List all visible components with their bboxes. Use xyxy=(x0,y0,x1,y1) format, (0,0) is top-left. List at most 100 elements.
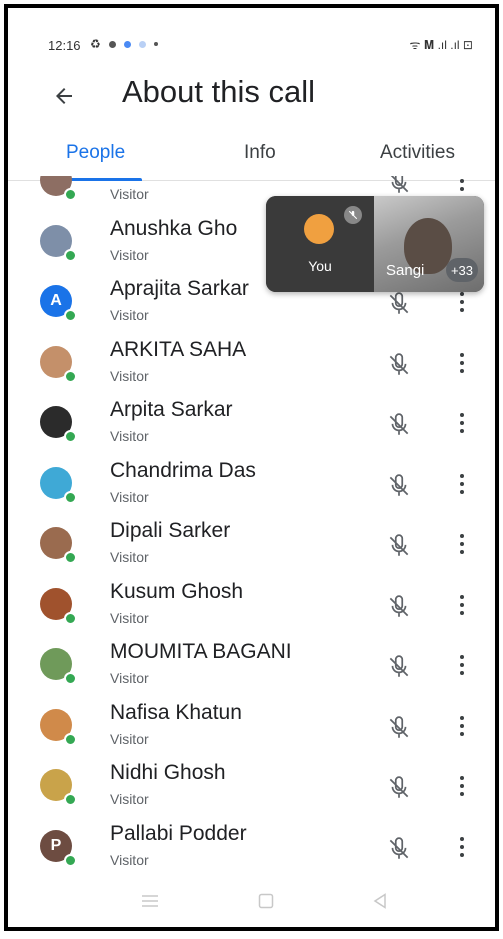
participant-role: Visitor xyxy=(110,730,149,747)
scrollbar[interactable] xyxy=(498,330,499,535)
participant-name: Nafisa Khatun xyxy=(110,700,242,724)
extra-participants-badge: +33 xyxy=(446,258,478,282)
presence-indicator xyxy=(64,369,77,383)
participant-role: Visitor xyxy=(110,307,149,323)
more-options-button[interactable] xyxy=(452,590,472,620)
more-vert-icon xyxy=(460,836,464,841)
participant-role: Visitor xyxy=(110,428,149,444)
tab-people[interactable]: People xyxy=(66,142,125,164)
presence-indicator xyxy=(64,853,77,867)
more-vert-icon xyxy=(460,292,464,296)
presence-indicator xyxy=(64,248,77,262)
participant-row[interactable]: Arpita Sarkar Visitor xyxy=(8,398,495,458)
message-icon xyxy=(138,40,146,48)
participant-row[interactable]: Dipali Sarker Visitor xyxy=(8,519,495,579)
mic-off-icon xyxy=(386,836,412,862)
more-options-button[interactable] xyxy=(452,650,472,680)
presence-indicator xyxy=(64,309,77,322)
status-bar: 12:16 ♻ ᯤ 𝐌 .ıl .ıl ⊡ xyxy=(8,28,495,56)
participant-name: Arpita Sarkar xyxy=(110,398,233,421)
more-options-button[interactable] xyxy=(452,348,472,378)
presence-indicator xyxy=(64,672,77,685)
more-options-button[interactable] xyxy=(452,176,472,196)
mic-off-icon xyxy=(386,654,412,680)
mic-off-icon xyxy=(386,715,412,741)
mic-off-icon xyxy=(386,473,412,499)
participant-name: MOUMITA BAGANI xyxy=(110,640,292,663)
more-vert-icon xyxy=(460,534,464,538)
location-icon xyxy=(108,40,116,48)
back-button[interactable] xyxy=(44,76,84,116)
mic-off-icon xyxy=(386,533,412,559)
participant-role: Visitor xyxy=(110,367,149,384)
app-icon xyxy=(123,40,131,48)
status-time: 12:16 xyxy=(48,38,81,53)
participant-name: Kusum Ghosh xyxy=(110,579,244,603)
more-options-button[interactable] xyxy=(452,529,472,559)
participant-row[interactable]: Chandrima Das Visitor xyxy=(8,459,495,519)
participant-row[interactable]: P Pallabi Podder Visitor xyxy=(8,822,495,882)
participant-name: Chandrima Das xyxy=(110,458,256,482)
participant-role: Visitor xyxy=(110,791,149,807)
participant-row[interactable]: Nidhi Ghosh Visitor xyxy=(8,761,495,821)
self-label: You xyxy=(308,258,332,274)
presence-indicator xyxy=(64,490,77,504)
page-title: About this call xyxy=(122,74,315,109)
participant-role: Visitor xyxy=(110,609,149,626)
participant-role: Visitor xyxy=(110,246,149,263)
more-notifications-icon xyxy=(153,42,158,46)
participant-name: Anushka Gho xyxy=(110,216,238,240)
menu-icon xyxy=(142,895,158,907)
self-avatar xyxy=(304,214,334,244)
remote-label: Sangi xyxy=(386,262,425,279)
more-options-button[interactable] xyxy=(452,711,472,741)
participant-role: Visitor xyxy=(110,851,149,868)
more-vert-icon xyxy=(460,352,464,357)
mic-off-icon xyxy=(386,291,412,317)
recents-button[interactable] xyxy=(138,891,162,911)
more-vert-icon xyxy=(460,473,464,478)
participant-row[interactable]: ARKITA SAHA Visitor xyxy=(8,338,495,398)
participant-row[interactable]: Kusum Ghosh Visitor xyxy=(8,580,495,640)
notification-icons: ♻ xyxy=(90,37,158,51)
tab-bar: People Info Activities xyxy=(8,132,495,181)
triangle-back-icon xyxy=(373,893,386,909)
more-options-button[interactable] xyxy=(452,771,472,801)
mic-off-icon xyxy=(386,594,412,620)
participant-name: Pallabi Podder xyxy=(110,821,247,845)
participant-role: Visitor xyxy=(110,488,149,505)
tab-activities[interactable]: Activities xyxy=(380,142,455,164)
arrow-back-icon xyxy=(56,88,72,104)
picture-in-picture[interactable]: You Sangi +33 xyxy=(266,196,484,292)
tab-info[interactable]: Info xyxy=(244,142,276,164)
more-options-button[interactable] xyxy=(452,832,472,862)
participant-name: Aprajita Sarkar xyxy=(110,277,249,300)
more-options-button[interactable] xyxy=(452,469,472,499)
presence-indicator xyxy=(64,793,77,806)
participant-row[interactable]: MOUMITA BAGANI Visitor xyxy=(8,640,495,700)
participant-name: Nidhi Ghosh xyxy=(110,761,226,784)
presence-indicator xyxy=(64,188,77,201)
mic-off-icon xyxy=(386,352,412,378)
back-nav-button[interactable] xyxy=(368,891,392,911)
participant-row[interactable]: Nafisa Khatun Visitor xyxy=(8,701,495,761)
system-icons: ᯤ 𝐌 .ıl .ıl ⊡ xyxy=(409,38,473,52)
more-options-button[interactable] xyxy=(452,408,472,438)
home-button[interactable] xyxy=(254,891,278,911)
sync-icon: ♻ xyxy=(90,37,101,51)
system-nav-bar xyxy=(8,877,495,927)
more-vert-icon xyxy=(460,594,464,599)
presence-indicator xyxy=(64,551,77,564)
presence-indicator xyxy=(64,732,77,746)
participant-name: Dipali Sarker xyxy=(110,519,231,542)
remote-video-tile: Sangi +33 xyxy=(374,196,484,292)
square-home-icon xyxy=(258,893,274,909)
mic-off-icon xyxy=(386,176,412,196)
presence-indicator xyxy=(64,430,77,443)
participant-name: ARKITA SAHA xyxy=(110,337,247,361)
participant-role: Visitor xyxy=(110,186,149,202)
more-vert-icon xyxy=(460,655,464,659)
more-vert-icon xyxy=(460,715,464,720)
presence-indicator xyxy=(64,611,77,625)
participant-role: Visitor xyxy=(110,670,149,686)
